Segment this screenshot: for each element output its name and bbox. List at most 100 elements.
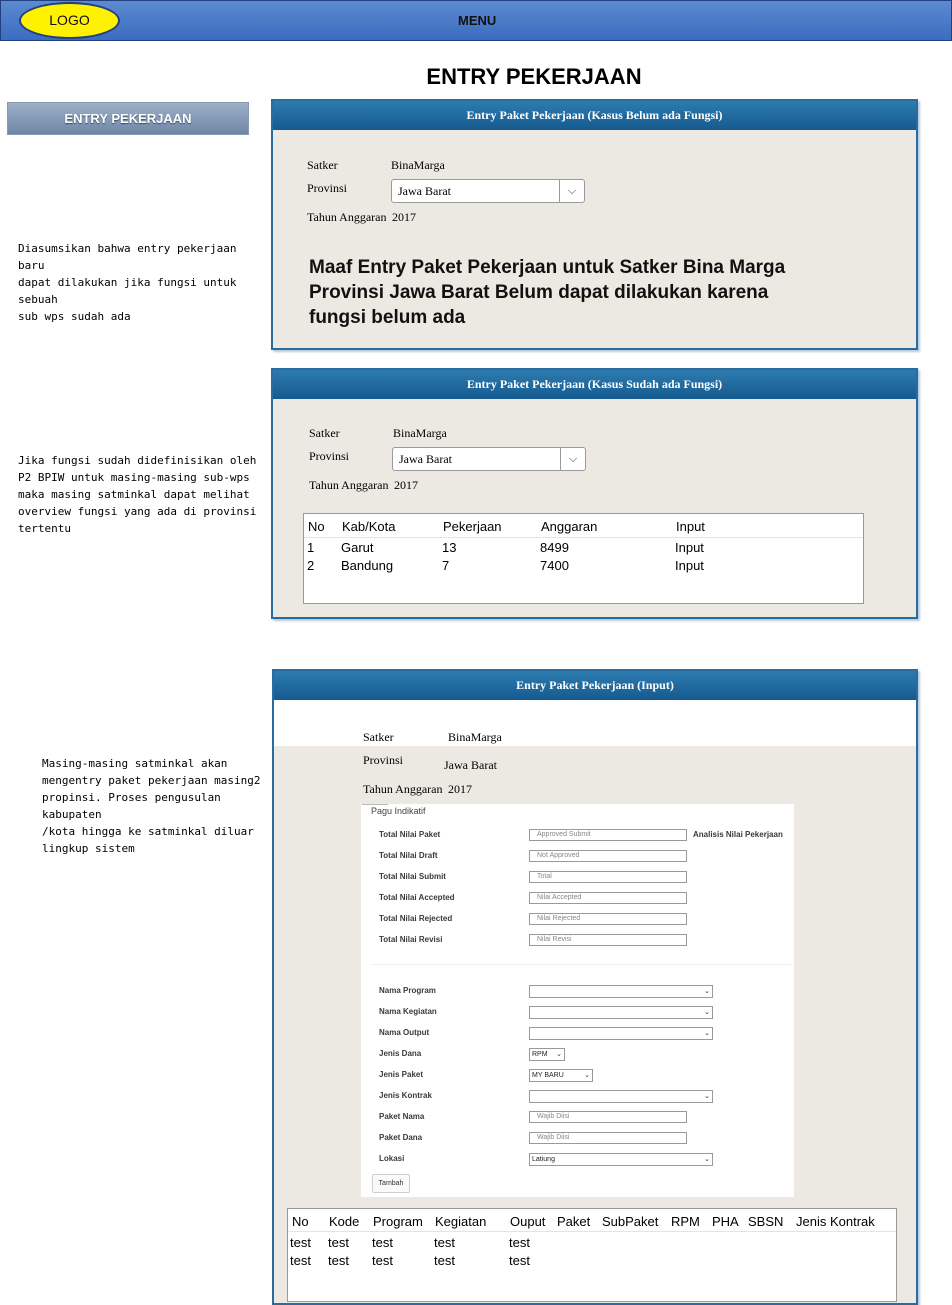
panel-title: Entry Paket Pekerjaan (Input) [274, 671, 916, 700]
jenis-paket-select[interactable]: MY BARU ⌄ [529, 1069, 593, 1082]
table-header: PHA [712, 1214, 739, 1229]
satker-label: Satker [307, 158, 338, 172]
table-cell: 8499 [540, 540, 569, 555]
table-cell: test [328, 1253, 349, 1268]
chevron-down-icon: ⌄ [704, 1093, 710, 1100]
note-input: Masing-masing satminkal akan mengentry p… [42, 755, 282, 857]
chevron-down-icon: ⌄ [704, 1156, 710, 1163]
paket-dana-input[interactable]: Wajib Diisi [529, 1132, 687, 1144]
field-label: Paket Nama [379, 1112, 425, 1121]
jenis-dana-select[interactable]: RPM ⌄ [529, 1048, 565, 1061]
panel-title: Entry Paket Pekerjaan (Kasus Belum ada F… [273, 101, 916, 130]
table-header: Input [676, 519, 705, 534]
tahun-value: 2017 [392, 210, 416, 224]
field-label: Nama Program [379, 986, 436, 995]
field-label: Jenis Kontrak [379, 1091, 432, 1100]
page-title: ENTRY PEKERJAAN [426, 64, 642, 89]
field-label: Total Nilai Paket [379, 830, 441, 839]
tab-indicator [362, 804, 388, 805]
provinsi-label: Provinsi [363, 753, 404, 767]
jenis-kontrak-select[interactable]: ⌄ [529, 1090, 713, 1103]
note-line: dapat dilakukan jika fungsi untuk sebuah [18, 276, 237, 306]
satker-label: Satker [309, 426, 340, 440]
total-nilai-draft-input[interactable]: Not Approved [529, 850, 687, 862]
table-header: No [292, 1214, 309, 1229]
table-cell: 2 [307, 558, 315, 573]
field-label: Nama Kegiatan [379, 1007, 437, 1016]
chevron-down-icon: ⌄ [704, 1030, 710, 1037]
table-cell: test [328, 1235, 349, 1250]
field-label: Total Nilai Accepted [379, 893, 455, 902]
field-label: Total Nilai Rejected [379, 914, 453, 923]
table-cell: test [509, 1235, 530, 1250]
nama-program-select[interactable]: ⌄ [529, 985, 713, 998]
provinsi-value: Jawa Barat [398, 184, 451, 198]
table-cell: test [372, 1253, 393, 1268]
jenis-dana-value: RPM [532, 1051, 548, 1058]
panel-belum-fungsi: Entry Paket Pekerjaan (Kasus Belum ada F… [271, 99, 918, 350]
table-header: Program [373, 1214, 423, 1229]
tahun-label: Tahun Anggaran [363, 782, 443, 796]
chevron-down-icon: ⌄ [584, 1072, 590, 1079]
chevron-down-icon: ⌄ [556, 1051, 562, 1058]
note-line: sub wps sudah ada [18, 310, 131, 323]
tahun-label: Tahun Anggaran [307, 210, 387, 224]
provinsi-select[interactable]: Jawa Barat ⌵ [391, 179, 585, 203]
note-belum-fungsi: Diasumsikan bahwa entry pekerjaan baru d… [18, 240, 258, 325]
table-cell: 13 [442, 540, 457, 555]
logo[interactable]: LOGO [19, 2, 120, 39]
table-cell: test [509, 1253, 530, 1268]
paket-nama-input[interactable]: Wajib Diisi [529, 1111, 687, 1123]
message-line: Maaf Entry Paket Pekerjaan untuk Satker … [309, 257, 786, 278]
total-nilai-accepted-input[interactable]: Nilai Accepted [529, 892, 687, 904]
fungsi-table: No Kab/Kota Pekerjaan Anggaran Input 1 G… [303, 513, 864, 604]
input-link[interactable]: Input [675, 540, 704, 555]
note-line: Jika fungsi sudah didefinisikan oleh [18, 454, 257, 467]
note-line: tertentu [18, 522, 71, 535]
table-cell: test [434, 1235, 455, 1250]
table-header: RPM [671, 1214, 700, 1229]
table-cell: 1 [307, 540, 315, 555]
field-label: Total Nilai Submit [379, 872, 446, 881]
table-header: Ouput [510, 1214, 546, 1229]
table-header: Paket [557, 1214, 591, 1229]
note-line: lingkup sistem [42, 842, 135, 855]
total-nilai-submit-input[interactable]: Total [529, 871, 687, 883]
total-nilai-paket-input[interactable]: Approved Submit [529, 829, 687, 841]
menu-link[interactable]: MENU [458, 13, 496, 28]
note-sudah-fungsi: Jika fungsi sudah didefinisikan oleh P2 … [18, 452, 258, 537]
table-header: Anggaran [541, 519, 598, 534]
lokasi-select[interactable]: Latiung ⌄ [529, 1153, 713, 1166]
nama-kegiatan-select[interactable]: ⌄ [529, 1006, 713, 1019]
table-header: No [308, 519, 325, 534]
satker-label: Satker [363, 730, 394, 744]
total-nilai-rejected-input[interactable]: Nilai Rejected [529, 913, 687, 925]
provinsi-label: Provinsi [309, 449, 350, 463]
note-line: Diasumsikan bahwa entry pekerjaan baru [18, 242, 237, 272]
note-line: /kota hingga ke satminkal diluar [42, 825, 254, 838]
provinsi-select[interactable]: Jawa Barat ⌵ [392, 447, 586, 471]
note-line: Masing-masing satminkal akan [42, 757, 228, 770]
nama-output-select[interactable]: ⌄ [529, 1027, 713, 1040]
panel-sudah-fungsi: Entry Paket Pekerjaan (Kasus Sudah ada F… [271, 368, 918, 619]
input-link[interactable]: Input [675, 558, 704, 573]
provinsi-label: Provinsi [307, 181, 348, 195]
table-header: Pekerjaan [443, 519, 502, 534]
satker-value: BinaMarga [391, 158, 445, 172]
total-nilai-revisi-input[interactable]: Nilai Revisi [529, 934, 687, 946]
table-cell: Garut [341, 540, 374, 555]
chevron-down-icon: ⌵ [560, 448, 585, 470]
table-cell: 7400 [540, 558, 569, 573]
table-header: Kab/Kota [342, 519, 396, 534]
provinsi-value: Jawa Barat [444, 758, 497, 772]
table-header: Kode [329, 1214, 360, 1229]
jenis-paket-value: MY BARU [532, 1072, 564, 1079]
table-cell: test [372, 1235, 393, 1250]
message-line: Provinsi Jawa Barat Belum dapat dilakuka… [309, 282, 769, 303]
tambah-button[interactable]: Tambah [372, 1174, 410, 1193]
entry-form: Pagu Indikatif Analisis Nilai Pekerjaan … [361, 804, 794, 1197]
table-header-divider [304, 537, 863, 538]
tab-pagu-indikatif[interactable]: Pagu Indikatif [371, 806, 426, 816]
sidebar-entry-button[interactable]: ENTRY PEKERJAAN [7, 102, 249, 135]
table-header: Jenis Kontrak [796, 1214, 875, 1229]
